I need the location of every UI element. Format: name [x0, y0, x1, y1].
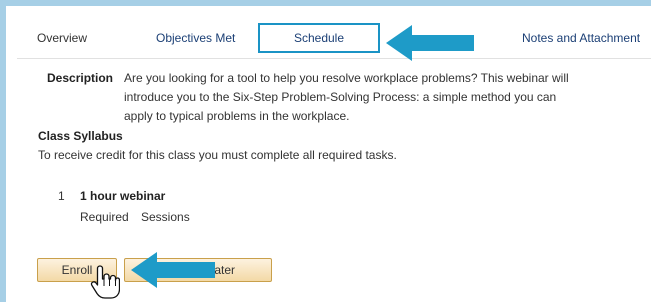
- tab-objectives-met[interactable]: Objectives Met: [156, 23, 235, 53]
- tab-notes-and-attachment[interactable]: Notes and Attachment: [522, 23, 640, 53]
- description-line-3: apply to typical problems in the workpla…: [124, 109, 350, 123]
- tab-overview[interactable]: Overview: [37, 23, 87, 53]
- arrow-left-icon: [386, 25, 474, 61]
- session-required: Required: [80, 210, 129, 224]
- session-number: 1: [58, 189, 65, 203]
- description-label: Description: [47, 71, 114, 85]
- tab-divider: [17, 58, 651, 59]
- syllabus-heading: Class Syllabus: [38, 129, 123, 143]
- description-line-2: introduce you to the Six-Step Problem-So…: [124, 90, 557, 104]
- hand-cursor-icon: [90, 265, 120, 299]
- arrow-left-icon: [131, 252, 215, 288]
- tab-schedule[interactable]: Schedule: [258, 23, 380, 53]
- session-type: Sessions: [141, 210, 190, 224]
- syllabus-instruction: To receive credit for this class you mus…: [38, 148, 397, 162]
- session-title: 1 hour webinar: [80, 189, 166, 203]
- tab-bar: Overview Objectives Met Schedule Resourc…: [0, 23, 651, 53]
- description-line-1: Are you looking for a tool to help you r…: [124, 71, 569, 85]
